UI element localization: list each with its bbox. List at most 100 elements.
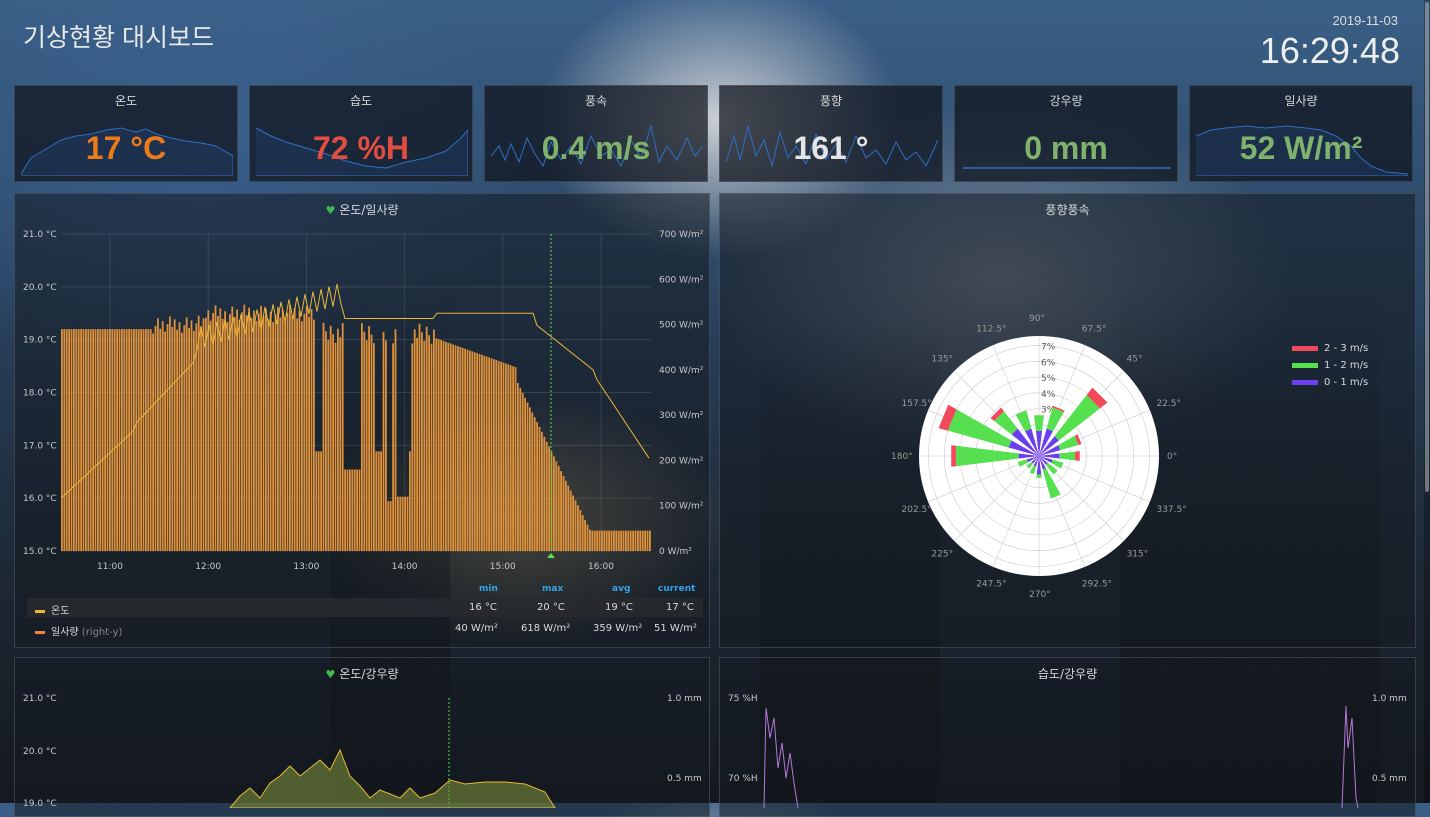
solar-bar bbox=[373, 343, 375, 551]
solar-bar bbox=[457, 346, 459, 551]
stat-wind-speed[interactable]: 풍속 0.4 m/s bbox=[484, 85, 708, 182]
legend-row-temp[interactable]: 온도 16 °C 20 °C 19 °C 17 °C bbox=[27, 598, 703, 617]
solar-bar bbox=[154, 325, 157, 551]
solar-bar bbox=[358, 469, 361, 551]
solar-bar bbox=[80, 329, 82, 551]
angle-label: 337.5° bbox=[1156, 505, 1186, 515]
stat-value: 72 %H bbox=[312, 130, 410, 166]
y-right-tick: 500 W/m² bbox=[659, 321, 704, 331]
solar-bar bbox=[601, 530, 603, 551]
stat-solar[interactable]: 일사량 52 W/m² bbox=[1189, 85, 1413, 182]
solar-bar bbox=[65, 329, 68, 551]
solar-bar bbox=[577, 505, 579, 551]
solar-bar bbox=[137, 329, 140, 551]
solar-bar bbox=[70, 329, 73, 551]
stat-value: 161 ° bbox=[793, 130, 869, 166]
solar-bar bbox=[625, 530, 627, 551]
y-left-tick: 20.0 °C bbox=[23, 283, 57, 293]
stat-value: 0 mm bbox=[1024, 130, 1108, 166]
solar-bar bbox=[176, 329, 178, 551]
y-left-tick: 17.0 °C bbox=[23, 441, 57, 451]
solar-bar bbox=[581, 515, 584, 551]
y-tick: 19.0 °C bbox=[23, 799, 57, 808]
x-tick: 14:00 bbox=[392, 562, 418, 572]
legend-header-max: max bbox=[542, 584, 564, 594]
solar-bar bbox=[440, 340, 442, 551]
solar-bar bbox=[629, 530, 632, 551]
solar-bar bbox=[219, 308, 222, 551]
solar-bar bbox=[298, 310, 301, 551]
stat-temperature[interactable]: 온도 17 °C bbox=[14, 85, 238, 182]
y-left-tick: 18.0 °C bbox=[23, 389, 57, 399]
solar-bar bbox=[121, 329, 123, 551]
solar-bar bbox=[598, 530, 601, 551]
solar-bar bbox=[337, 328, 339, 551]
solar-bar bbox=[351, 469, 354, 551]
solar-bar bbox=[255, 321, 258, 551]
scrollbar-thumb[interactable] bbox=[1425, 2, 1429, 492]
solar-bar bbox=[483, 355, 486, 551]
legend-row-solar[interactable]: 일사량 (right-y) 40 W/m² 618 W/m² 359 W/m² … bbox=[27, 619, 703, 638]
y-tick: 70 %H bbox=[728, 774, 758, 784]
solar-bar bbox=[644, 530, 646, 551]
solar-bar bbox=[104, 329, 106, 551]
solar-bar bbox=[593, 530, 596, 551]
angle-label: 157.5° bbox=[902, 399, 932, 409]
stat-wind-direction[interactable]: 풍향 161 ° bbox=[719, 85, 943, 182]
solar-bar bbox=[596, 530, 598, 551]
solar-bar bbox=[447, 342, 450, 551]
solar-bar bbox=[166, 324, 169, 551]
solar-bar bbox=[565, 480, 567, 551]
solar-bar bbox=[411, 343, 414, 551]
wind-bin-high bbox=[1075, 450, 1080, 462]
wind-bin-mid bbox=[1036, 474, 1042, 478]
solar-bar bbox=[279, 317, 282, 551]
solar-bar bbox=[471, 351, 474, 551]
solar-bar bbox=[68, 329, 70, 551]
temp-solar-chart[interactable]: 21.0 °C 20.0 °C 19.0 °C 18.0 °C 17.0 °C 16.0 … bbox=[15, 194, 711, 584]
solar-bar bbox=[226, 321, 229, 551]
solar-bar bbox=[401, 496, 404, 551]
solar-bar bbox=[421, 332, 423, 551]
solar-bar bbox=[233, 317, 236, 551]
solar-bar bbox=[435, 338, 438, 551]
y-left-tick: 21.0 °C bbox=[23, 230, 57, 240]
y-right-tick: 0 W/m² bbox=[659, 547, 692, 557]
humidity-rain-panel[interactable]: 습도/강우량 75 %H 70 %H 1.0 mm 0.5 mm bbox=[719, 657, 1416, 817]
temp-rain-panel[interactable]: ♥ 온도/강우량 21.0 °C 20.0 °C 19.0 °C 1.0 mm 0… bbox=[14, 657, 710, 817]
page-scrollbar[interactable] bbox=[1424, 0, 1430, 803]
stat-rainfall[interactable]: 강우량 0 mm bbox=[954, 85, 1178, 182]
solar-bar bbox=[245, 315, 248, 551]
solar-bar bbox=[241, 312, 243, 551]
solar-bar bbox=[433, 329, 435, 551]
wind-rose-panel[interactable]: 풍향풍속 7% 6% 5% 4% 3% 90° 67.5° 45° 22.5° 0° 337.5° 3… bbox=[719, 193, 1416, 648]
solar-bar bbox=[512, 366, 514, 551]
solar-bar bbox=[133, 329, 135, 551]
solar-bar bbox=[416, 337, 418, 551]
solar-bar bbox=[327, 339, 330, 551]
solar-bar bbox=[157, 318, 159, 551]
humidity-rain-chart[interactable]: 75 %H 70 %H 1.0 mm 0.5 mm bbox=[720, 658, 1417, 808]
solar-bar bbox=[188, 328, 190, 551]
solar-bar bbox=[63, 329, 66, 551]
solar-bar bbox=[209, 320, 212, 551]
angle-label: 0° bbox=[1167, 452, 1177, 462]
stat-humidity[interactable]: 습도 72 %H bbox=[249, 85, 473, 182]
solar-bar bbox=[449, 343, 452, 551]
solar-bar bbox=[461, 347, 464, 551]
solar-bar bbox=[404, 496, 406, 551]
solar-bar bbox=[142, 329, 145, 551]
solar-bar bbox=[637, 530, 639, 551]
solar-bar bbox=[349, 469, 351, 551]
wind-rose-chart[interactable]: 7%6%5%4%3%90°67.5°45°22.5°0°337.5°315°29… bbox=[720, 194, 1417, 649]
radial-tick: 5% bbox=[1041, 374, 1056, 384]
angle-label: 270° bbox=[1029, 590, 1051, 600]
temp-solar-panel[interactable]: ♥ 온도/일사량 21.0 °C 20.0 °C 19.0 °C 18.0 °C 17.0… bbox=[14, 193, 710, 648]
solar-bar bbox=[497, 360, 500, 551]
temp-rain-chart[interactable]: 21.0 °C 20.0 °C 19.0 °C 1.0 mm 0.5 mm bbox=[15, 658, 711, 808]
solar-bar bbox=[641, 530, 644, 551]
solar-bar bbox=[339, 337, 342, 551]
solar-bar bbox=[109, 329, 111, 551]
solar-bar bbox=[238, 319, 241, 551]
solar-bar bbox=[555, 461, 558, 551]
